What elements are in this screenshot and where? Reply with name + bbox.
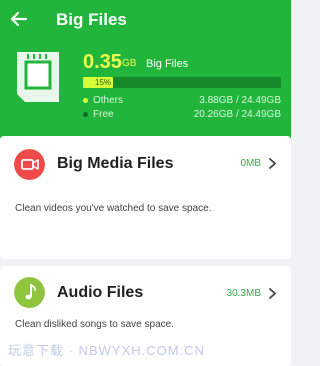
card-description: Clean videos you've watched to save spac… — [15, 203, 212, 214]
others-dot-icon — [83, 98, 88, 103]
video-camera-icon — [14, 149, 45, 180]
big-files-unit: GB — [122, 58, 137, 69]
big-media-files-card[interactable]: Big Media Files 0MB Clean videos you've … — [0, 136, 291, 259]
card-title: Audio Files — [57, 284, 144, 301]
card-size: 30.3MB — [226, 288, 261, 299]
others-label: Others — [93, 95, 124, 106]
card-size: 0MB — [240, 158, 261, 169]
arrow-left-icon[interactable] — [10, 10, 28, 28]
chevron-right-icon[interactable] — [268, 288, 277, 299]
legend-free: Free 20.26GB / 24.49GB — [83, 108, 281, 121]
free-value: 20.26GB / 24.49GB — [193, 109, 281, 120]
header-bar: Big Files 0.35 GB Big Files 15% Others 3… — [0, 0, 291, 150]
legend-others: Others 3.88GB / 24.49GB — [83, 94, 281, 107]
music-note-icon — [14, 277, 45, 308]
storage-progress-bar: 15% — [83, 77, 281, 88]
page-title: Big Files — [56, 10, 127, 29]
big-files-label: Big Files — [146, 58, 189, 70]
free-label: Free — [93, 109, 114, 120]
others-value: 3.88GB / 24.49GB — [199, 95, 281, 106]
watermark-text: 玩意下载 · NBWYXH.COM.CN — [8, 343, 205, 358]
big-files-size: 0.35 — [83, 51, 122, 73]
card-title: Big Media Files — [57, 155, 174, 172]
card-description: Clean disliked songs to save space. — [15, 319, 174, 330]
sd-card-icon — [17, 52, 59, 102]
storage-progress-label: 15% — [95, 78, 112, 87]
free-dot-icon — [83, 112, 88, 117]
chevron-right-icon[interactable] — [268, 158, 277, 169]
